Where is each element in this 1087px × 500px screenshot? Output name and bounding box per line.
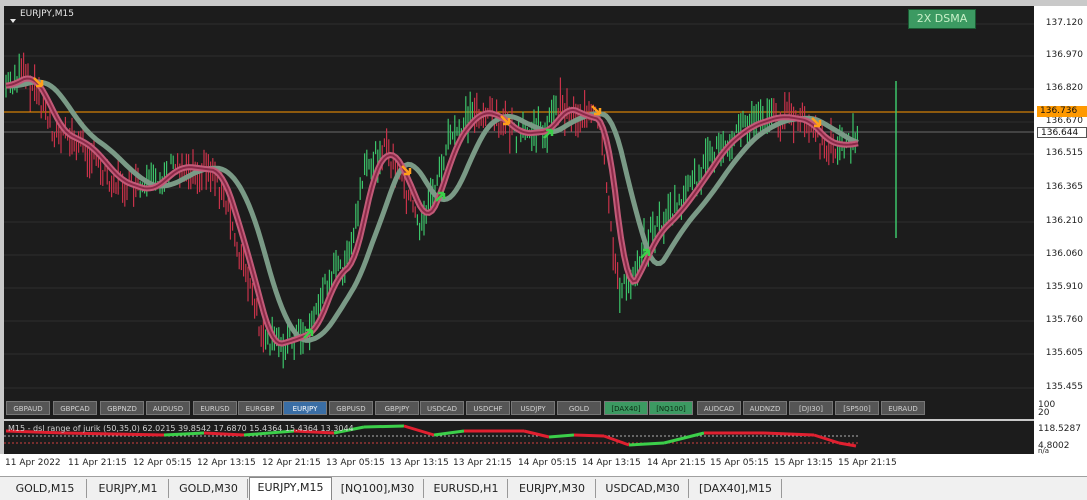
candles-layer	[4, 23, 1034, 389]
indicator-axis: 100 20 118.5287 4.8002 n/a	[1034, 398, 1087, 455]
price-axis-label: 135.760	[1045, 315, 1083, 325]
symbol-button-dax40[interactable]: [DAX40]	[604, 401, 648, 415]
symbol-button-gbpjpy[interactable]: GBPJPY	[375, 401, 419, 415]
chart-menu-arrow-icon[interactable]	[9, 10, 17, 29]
chart-title: EURJPY,M15	[20, 9, 74, 19]
ind-axis-second: 20	[1038, 408, 1050, 418]
chart-tab-eurjpy-m1[interactable]: EURJPY,M1	[88, 479, 169, 498]
ind-signal-line	[813, 433, 840, 445]
chart-tab--dax40--m15[interactable]: [DAX40],M15	[690, 479, 782, 498]
ind-signal-line	[203, 431, 245, 437]
ind-signal-line	[363, 424, 405, 429]
time-axis-label: 15 Apr 05:15	[710, 458, 769, 468]
ind-signal-line	[603, 434, 630, 447]
indicator-window[interactable]: M15 - dsl range of jurik (50,35,0) 62.02…	[4, 421, 1034, 454]
price-axis-label: 136.670	[1045, 116, 1083, 126]
symbol-button-sp500[interactable]: [SP500]	[835, 401, 879, 415]
time-axis-label: 11 Apr 21:15	[68, 458, 127, 468]
symbol-button-usdcad[interactable]: USDCAD	[420, 401, 464, 415]
symbol-button-nq100[interactable]: [NQ100]	[649, 401, 693, 415]
price-axis[interactable]: 137.120 136.970 136.820 136.670 136.515 136.3…	[1034, 6, 1087, 398]
chart-tab-gold-m30[interactable]: GOLD,M30	[170, 479, 248, 498]
ind-signal-line	[403, 424, 435, 437]
symbol-button-audcad[interactable]: AUDCAD	[697, 401, 741, 415]
price-axis-label: 135.910	[1045, 282, 1083, 292]
current-price-tag: 136.644	[1037, 127, 1087, 138]
time-axis-label: 15 Apr 13:15	[774, 458, 833, 468]
price-axis-label: 136.365	[1045, 182, 1083, 192]
symbol-button-usdchf[interactable]: USDCHF	[466, 401, 510, 415]
ind-axis-v1: 118.5287	[1038, 424, 1081, 434]
chart-tab-eurusd-h1[interactable]: EURUSD,H1	[425, 479, 508, 498]
ind-signal-line	[573, 433, 605, 438]
alert-price-tag: 136.736	[1037, 106, 1087, 117]
ind-signal-line	[63, 431, 115, 436]
symbol-button-eurgbp[interactable]: EURGBP	[238, 401, 282, 415]
symbol-button-eurusd[interactable]: EURUSD	[193, 401, 237, 415]
ind-signal-line	[548, 433, 575, 439]
time-axis-label: 12 Apr 21:15	[262, 458, 321, 468]
ind-signal-line	[628, 441, 665, 447]
time-axis-label: 13 Apr 13:15	[390, 458, 449, 468]
price-axis-label: 136.210	[1045, 216, 1083, 226]
price-axis-label: 136.820	[1045, 83, 1083, 93]
symbol-button-gbpcad[interactable]: GBPCAD	[53, 401, 97, 415]
time-axis-label: 12 Apr 05:15	[133, 458, 192, 468]
indicator-label: M15 - dsl range of jurik (50,35,0) 62.02…	[8, 424, 354, 433]
price-axis-label: 136.060	[1045, 249, 1083, 259]
time-axis-label: 12 Apr 13:15	[197, 458, 256, 468]
symbol-button-gold[interactable]: GOLD	[557, 401, 601, 415]
chart-tab-gold-m15[interactable]: GOLD,M15	[4, 479, 87, 498]
symbol-buttons-bar: GBPAUD GBPCAD GBPNZD AUDUSD EURUSD EURGBP EURJ…	[4, 398, 1034, 419]
price-axis-label: 136.515	[1045, 148, 1083, 158]
symbol-button-audusd[interactable]: AUDUSD	[146, 401, 190, 415]
time-axis-label: 13 Apr 05:15	[326, 458, 385, 468]
symbol-button-gbpusd[interactable]: GBPUSD	[329, 401, 373, 415]
price-axis-label: 137.120	[1045, 18, 1083, 28]
time-axis-label: 14 Apr 05:15	[518, 458, 577, 468]
dsma-indicator-badge: 2X DSMA	[908, 9, 976, 29]
symbol-button-gbpnzd[interactable]: GBPNZD	[100, 401, 144, 415]
symbol-button-eurjpy[interactable]: EURJPY	[283, 401, 327, 415]
ind-signal-line	[663, 431, 705, 445]
time-axis[interactable]: 11 Apr 2022 11 Apr 21:15 12 Apr 05:15 12 Ap…	[0, 454, 1087, 476]
price-chart[interactable]: EURJPY,M15	[4, 6, 1034, 398]
price-axis-label: 135.605	[1045, 348, 1083, 358]
chart-tab--nq100--m30[interactable]: [NQ100],M30	[332, 479, 424, 498]
time-axis-label: 11 Apr 2022	[5, 458, 61, 468]
price-axis-label: 136.970	[1045, 50, 1083, 60]
ind-signal-line	[113, 432, 165, 437]
symbol-button-dji30[interactable]: [DJI30]	[789, 401, 833, 415]
dsma-fast-line-core	[5, 77, 859, 345]
chart-tabs: GOLD,M15 EURJPY,M1 GOLD,M30 EURJPY,M15 [NQ10…	[0, 476, 1087, 500]
time-axis-label: 15 Apr 21:15	[838, 458, 897, 468]
symbol-button-gbpaud[interactable]: GBPAUD	[6, 401, 50, 415]
chart-tab-eurjpy-m15[interactable]: EURJPY,M15	[249, 477, 332, 500]
price-axis-label: 135.455	[1045, 382, 1083, 392]
symbol-button-euraud[interactable]: EURAUD	[881, 401, 925, 415]
time-axis-label: 14 Apr 13:15	[582, 458, 641, 468]
symbol-button-usdjpy[interactable]: USDJPY	[511, 401, 555, 415]
time-axis-label: 13 Apr 21:15	[453, 458, 512, 468]
symbol-button-audnzd[interactable]: AUDNZD	[743, 401, 787, 415]
ind-signal-line	[163, 431, 205, 437]
ind-signal-line	[763, 431, 815, 437]
ind-signal-line	[433, 429, 465, 437]
chart-tab-usdcad-m30[interactable]: USDCAD,M30	[597, 479, 689, 498]
chart-tab-eurjpy-m30[interactable]: EURJPY,M30	[509, 479, 596, 498]
time-axis-label: 14 Apr 21:15	[647, 458, 706, 468]
